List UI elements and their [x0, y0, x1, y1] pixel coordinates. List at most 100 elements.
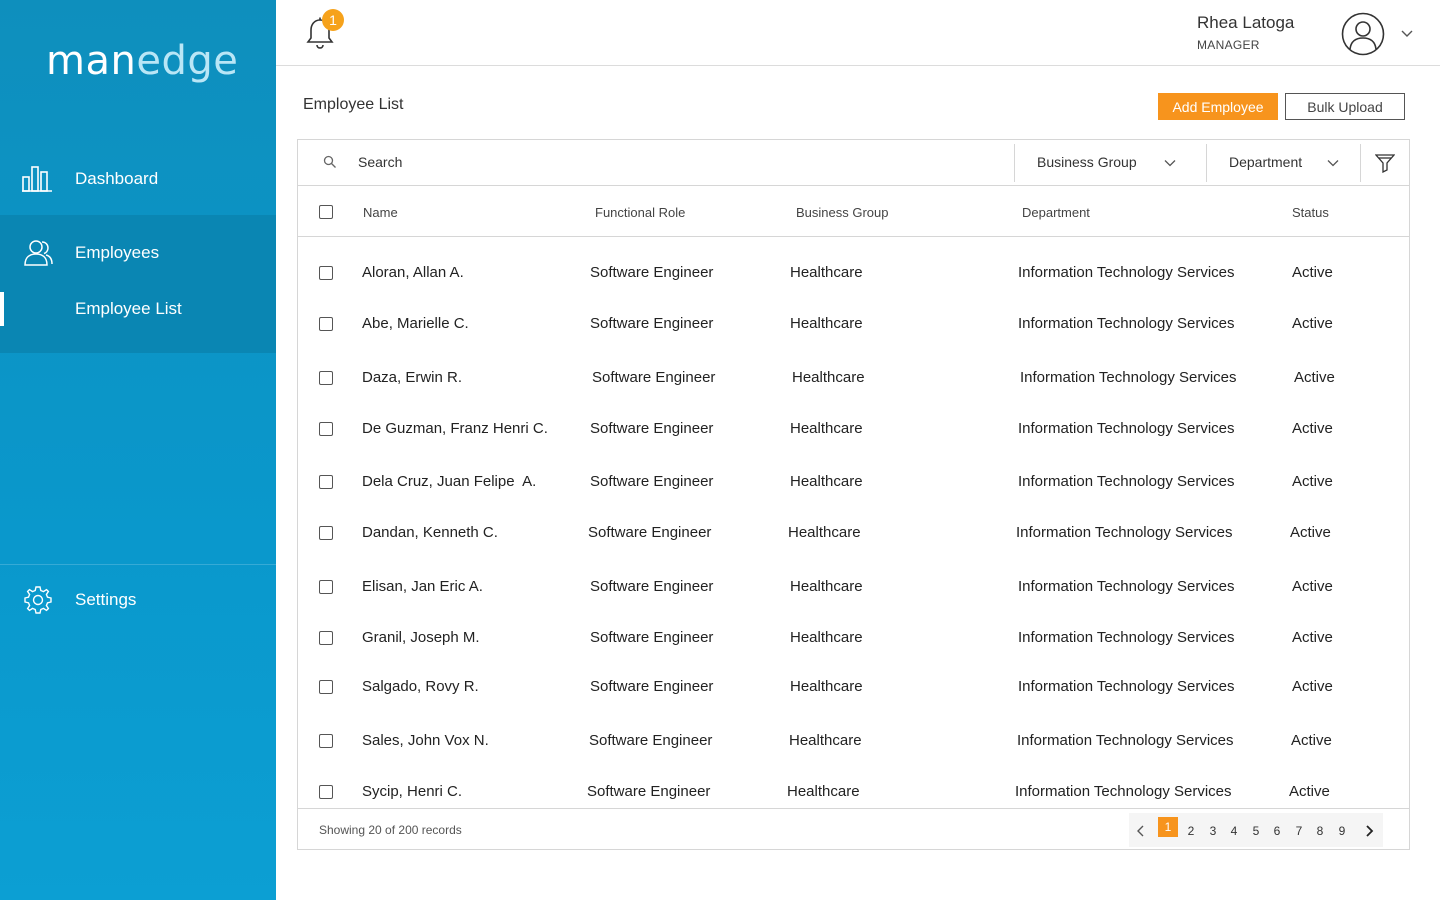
cell-name: Elisan, Jan Eric A.: [362, 578, 483, 595]
page-button-8[interactable]: 8: [1310, 821, 1330, 841]
filter-icon[interactable]: [1375, 153, 1395, 173]
page-button-6[interactable]: 6: [1267, 821, 1287, 841]
table-row[interactable]: Aloran, Allan A. Software Engineer Healt…: [298, 254, 1409, 294]
select-all-checkbox[interactable]: [319, 205, 333, 219]
column-header-department[interactable]: Department: [1022, 205, 1090, 220]
table-row[interactable]: Daza, Erwin R. Software Engineer Healthc…: [298, 359, 1409, 399]
cell-name: Sycip, Henri C.: [362, 783, 463, 800]
cell-group: Healthcare: [789, 732, 862, 749]
row-checkbox[interactable]: [319, 734, 333, 748]
row-checkbox[interactable]: [319, 422, 333, 436]
page-button-1[interactable]: 1: [1158, 817, 1178, 837]
cell-department: Information Technology Services: [1017, 732, 1234, 749]
table-row[interactable]: Elisan, Jan Eric A. Software Engineer He…: [298, 568, 1409, 608]
table-row[interactable]: Granil, Joseph M. Software Engineer Heal…: [298, 619, 1409, 659]
department-dropdown[interactable]: Department: [1207, 140, 1359, 186]
cell-group: Healthcare: [790, 473, 863, 490]
table-row[interactable]: Salgado, Rovy R. Software Engineer Healt…: [298, 668, 1409, 708]
page-title: Employee List: [303, 96, 404, 113]
sidebar-item-dashboard[interactable]: Dashboard: [0, 152, 276, 206]
row-checkbox[interactable]: [319, 526, 333, 540]
cell-group: Healthcare: [790, 420, 863, 437]
column-header-functional-role[interactable]: Functional Role: [595, 205, 685, 220]
cell-name: Sales, John Vox N.: [362, 732, 489, 749]
cell-department: Information Technology Services: [1020, 369, 1237, 386]
cell-role: Software Engineer: [590, 264, 714, 281]
cell-status: Active: [1294, 369, 1335, 386]
page-button-4[interactable]: 4: [1224, 821, 1244, 841]
table-row[interactable]: Dandan, Kenneth C. Software Engineer Hea…: [298, 514, 1409, 554]
cell-group: Healthcare: [787, 783, 860, 800]
column-header-name[interactable]: Name: [363, 205, 398, 220]
cell-role: Software Engineer: [590, 315, 714, 332]
cell-department: Information Technology Services: [1015, 783, 1232, 800]
cell-name: Abe, Marielle C.: [362, 315, 469, 332]
employee-table-panel: Business Group Department Name Functiona…: [297, 139, 1410, 850]
records-count: Showing 20 of 200 records: [319, 823, 462, 837]
column-header-status[interactable]: Status: [1292, 205, 1329, 220]
cell-department: Information Technology Services: [1018, 315, 1235, 332]
cell-status: Active: [1292, 578, 1333, 595]
cell-name: Daza, Erwin R.: [362, 369, 463, 386]
page-button-3[interactable]: 3: [1203, 821, 1223, 841]
cell-role: Software Engineer: [590, 473, 714, 490]
user-name: Rhea Latoga: [1197, 13, 1295, 32]
chevron-down-icon[interactable]: [1400, 27, 1414, 41]
chevron-down-icon: [1327, 160, 1339, 167]
active-indicator: [0, 292, 4, 326]
row-checkbox[interactable]: [319, 371, 333, 385]
dropdown-label: Business Group: [1037, 154, 1137, 170]
cell-group: Healthcare: [790, 678, 863, 695]
row-checkbox[interactable]: [319, 580, 333, 594]
chevron-left-icon[interactable]: [1135, 825, 1147, 837]
notification-badge: 1: [322, 9, 344, 31]
chevron-right-icon[interactable]: [1363, 825, 1375, 837]
row-checkbox[interactable]: [319, 631, 333, 645]
bar-chart-icon: [22, 166, 52, 192]
page-button-7[interactable]: 7: [1289, 821, 1309, 841]
cell-group: Healthcare: [788, 524, 861, 541]
table-row[interactable]: Sycip, Henri C. Software Engineer Health…: [298, 773, 1409, 808]
table-row[interactable]: Dela Cruz, Juan Felipe A. Software Engin…: [298, 463, 1409, 503]
search-input[interactable]: [358, 150, 998, 174]
cell-status: Active: [1291, 732, 1332, 749]
row-checkbox[interactable]: [319, 680, 333, 694]
sidebar-divider: [0, 564, 276, 565]
add-employee-button[interactable]: Add Employee: [1158, 93, 1278, 120]
row-checkbox[interactable]: [319, 785, 333, 799]
table-toolbar: Business Group Department: [298, 140, 1409, 186]
business-group-dropdown[interactable]: Business Group: [1015, 140, 1205, 186]
cell-name: Aloran, Allan A.: [362, 264, 464, 281]
page-button-9[interactable]: 9: [1332, 821, 1352, 841]
search-icon: [323, 155, 336, 168]
cell-role: Software Engineer: [589, 732, 713, 749]
sidebar-item-employee-list[interactable]: Employee List: [0, 290, 276, 328]
divider: [1360, 144, 1361, 182]
sidebar-item-settings[interactable]: Settings: [0, 575, 276, 625]
row-checkbox[interactable]: [319, 475, 333, 489]
cell-status: Active: [1292, 264, 1333, 281]
cell-role: Software Engineer: [590, 578, 714, 595]
cell-department: Information Technology Services: [1016, 524, 1233, 541]
user-role: MANAGER: [1197, 38, 1260, 52]
row-checkbox[interactable]: [319, 266, 333, 280]
top-header: 1 Rhea Latoga MANAGER: [276, 0, 1440, 66]
cell-status: Active: [1292, 629, 1333, 646]
table-row[interactable]: Sales, John Vox N. Software Engineer Hea…: [298, 722, 1409, 762]
cell-group: Healthcare: [790, 629, 863, 646]
table-row[interactable]: Abe, Marielle C. Software Engineer Healt…: [298, 305, 1409, 345]
sidebar-item-employees[interactable]: Employees: [0, 225, 276, 281]
page-button-5[interactable]: 5: [1246, 821, 1266, 841]
brand-logo: manedge: [46, 38, 239, 84]
cell-status: Active: [1290, 524, 1331, 541]
table-row[interactable]: De Guzman, Franz Henri C. Software Engin…: [298, 410, 1409, 450]
avatar[interactable]: [1341, 12, 1385, 56]
cell-name: Granil, Joseph M.: [362, 629, 480, 646]
page-button-2[interactable]: 2: [1181, 821, 1201, 841]
cell-department: Information Technology Services: [1018, 473, 1235, 490]
bulk-upload-button[interactable]: Bulk Upload: [1285, 93, 1405, 120]
column-header-business-group[interactable]: Business Group: [796, 205, 889, 220]
row-checkbox[interactable]: [319, 317, 333, 331]
cell-name: Dela Cruz, Juan Felipe A.: [362, 473, 537, 490]
cell-department: Information Technology Services: [1018, 629, 1235, 646]
